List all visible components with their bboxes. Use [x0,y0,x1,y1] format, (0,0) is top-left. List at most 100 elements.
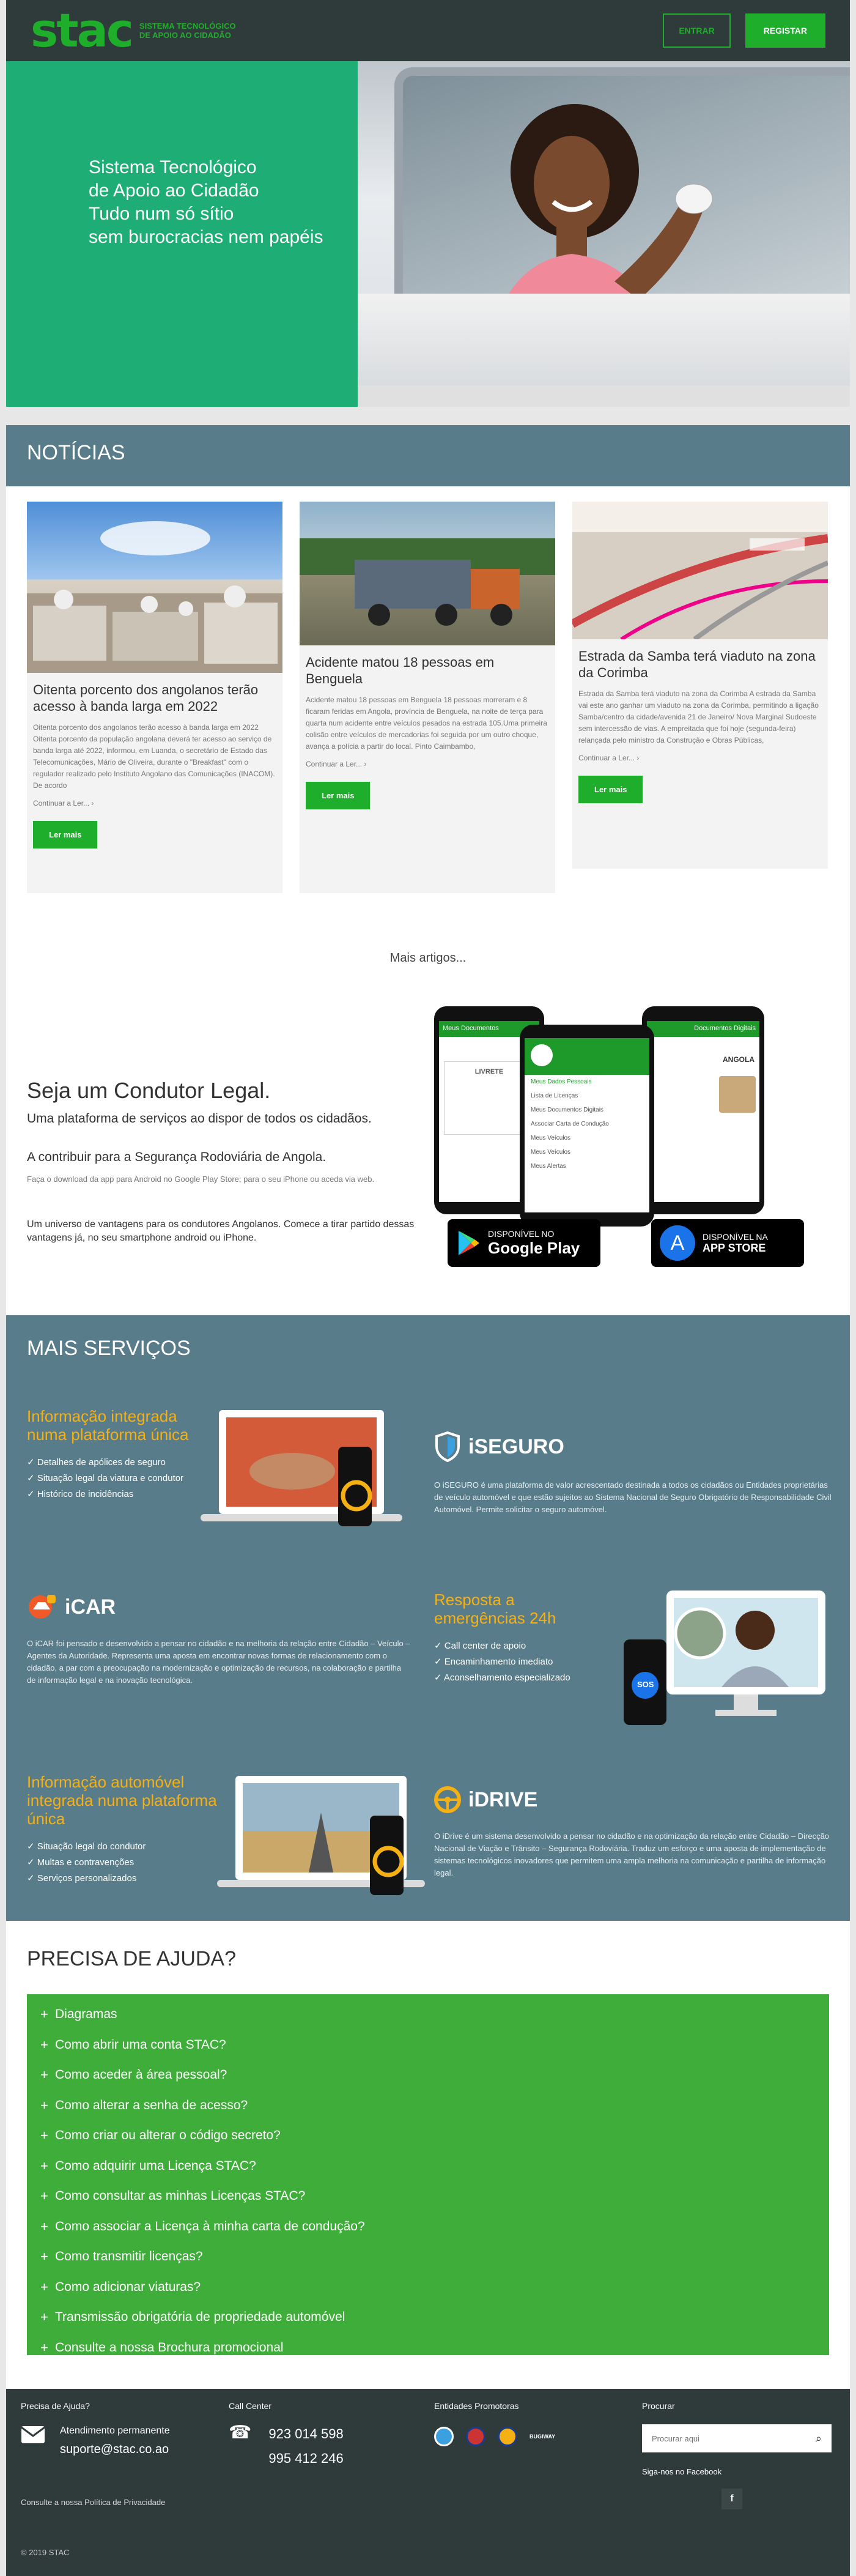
feature-item: ✓ Encaminhamento imediato [434,1657,553,1667]
faq-item[interactable]: Como transmitir licenças? [27,2241,829,2272]
google-play-icon [459,1231,479,1255]
footer-callcenter-title: Call Center [229,2401,272,2411]
idrive-promo-title: Informação automóvel integrada numa plat… [27,1773,217,1828]
faq-item[interactable]: Diagramas [27,1999,829,2030]
more-articles-link[interactable]: Mais artigos... [6,951,850,965]
icar-promo-title: Resposta a emergências 24h [434,1591,556,1627]
iseguro-description: O iSEGURO é uma plataforma de valor acre… [434,1480,832,1514]
services-section: MAIS SERVIÇOS Informação integrada numa … [6,1315,850,1921]
iseguro-feature-list: ✓ Detalhes de apólices de seguro ✓ Situa… [27,1455,198,1502]
partner-logo-bugiway[interactable]: BUGIWAY [529,2433,555,2440]
news-title[interactable]: Oitenta porcento dos angolanos terão ace… [33,681,276,715]
news-title[interactable]: Estrada da Samba terá viaduto na zona da… [578,648,822,681]
idrive-brand[interactable]: iDRIVE [434,1786,832,1813]
support-email-link[interactable]: suporte@stac.co.ao [60,2443,170,2457]
icar-info: iCAR O iCAR foi pensado e desenvolvido a… [27,1594,412,1687]
idrive-description: O iDrive é um sistema desenvolvido a pen… [434,1832,830,1877]
phone-center: Meus Dados Pessoais Lista de Licenças Me… [520,1025,654,1227]
faq-item[interactable]: Como alterar a senha de acesso? [27,2090,829,2121]
feature-label: Situação legal da viatura e condutor [37,1473,184,1483]
footer-search-box[interactable]: ⌕ [642,2424,832,2452]
read-more-button[interactable]: Ler mais [33,821,98,848]
partner-logo-1[interactable] [434,2427,454,2446]
news-image-rooftops [27,502,282,673]
faq-item[interactable]: Como adquirir uma Licença STAC? [27,2151,829,2181]
icar-brand[interactable]: iCAR [27,1594,412,1620]
phones-mockup: Meus Documentos LIVRETE Documentos Digit… [434,1006,789,1227]
faq-item[interactable]: Como criar ou alterar o código secreto? [27,2120,829,2151]
continue-reading-link[interactable]: Continuar a Ler... › [578,754,822,762]
feature-label: Serviços personalizados [37,1873,137,1884]
continue-reading-link[interactable]: Continuar a Ler... › [33,799,276,807]
partner-logo-2[interactable] [466,2427,485,2446]
phone-menu-item: Lista de Licenças [531,1093,578,1099]
faq-item[interactable]: Como adicionar viaturas? [27,2272,829,2303]
logo[interactable]: stac Sistema Tecnológico de Apoio ao Cid… [31,7,243,54]
faq-item[interactable]: Como associar a Licença à minha carta de… [27,2211,829,2242]
faq-item[interactable]: Transmissão obrigatória de propriedade a… [27,2302,829,2333]
car-door-image [358,294,850,385]
idrive-laptop-image [217,1770,425,1904]
continue-reading-label: Continuar a Ler... [578,754,635,762]
envelope-icon [21,2426,45,2443]
icar-callcenter-image: SOS [624,1584,832,1731]
iseguro-promo: Informação integrada numa plataforma úni… [27,1407,198,1502]
phone-number-1[interactable]: 923 014 598 [268,2422,343,2446]
phone-menu-item: Meus Dados Pessoais [531,1078,592,1085]
continue-reading-link[interactable]: Continuar a Ler... › [306,760,549,768]
hero-line-2: de Apoio ao Cidadão [89,180,259,201]
truck-illustration [300,538,555,626]
icar-feature-list: ✓ Call center de apoio ✓ Encaminhamento … [434,1638,605,1686]
icar-brand-label: iCAR [65,1595,116,1619]
app-promo-subtitle: Uma plataforma de serviços ao dispor de … [27,1112,372,1126]
search-icon[interactable]: ⌕ [816,2432,822,2445]
idrive-brand-label: iDRIVE [468,1787,538,1811]
app-store-badge[interactable]: A DISPONÍVEL NA APP STORE [651,1219,804,1267]
faq-item[interactable]: Consulte a nossa Brochura promocional [27,2333,829,2363]
app-store-top: DISPONÍVEL NA [703,1231,768,1242]
news-cards: Oitenta porcento dos angolanos terão ace… [27,502,828,893]
download-instructions: Faça o download da app para Android no G… [27,1175,375,1184]
phone-icon: ☎ [229,2422,252,2443]
faq-item[interactable]: Como aceder à área pessoal? [27,2060,829,2090]
phone-menu-item: Meus Veículos [531,1135,571,1141]
footer-help-label: Atendimento permanente [60,2426,170,2436]
partner-logo-3[interactable] [498,2427,517,2446]
footer-help-column: Precisa de Ajuda? Atendimento permanente… [21,2401,170,2457]
app-store-icon: A [660,1225,695,1261]
iseguro-brand-label: iSEGURO [468,1435,564,1458]
read-more-button[interactable]: Ler mais [578,776,643,803]
login-button[interactable]: ENTRAR [663,13,731,48]
iseguro-info: iSEGURO O iSEGURO é uma plataforma de va… [434,1431,832,1516]
feature-label: Detalhes de apólices de seguro [37,1457,166,1468]
register-button[interactable]: REGISTAR [745,13,825,48]
car-wrench-icon [29,1595,56,1619]
iseguro-brand[interactable]: iSEGURO [434,1431,832,1462]
feature-item: ✓ Histórico de incidências [27,1489,134,1499]
footer-search-input[interactable] [652,2433,799,2443]
site-footer: Precisa de Ajuda? Atendimento permanente… [6,2389,850,2576]
app-promo-subtitle-2: A contribuir para a Segurança Rodoviária… [27,1150,327,1164]
hero-line-4: sem burocracias nem papéis [89,227,323,247]
logo-subtitle: Sistema Tecnológico de Apoio ao Cidadão [139,21,236,40]
header-actions: ENTRAR REGISTAR [663,13,825,48]
chevron-right-icon: › [91,799,94,807]
angola-license-label: ANGOLA [723,1055,755,1064]
license-photo [719,1076,756,1113]
phone-number-2[interactable]: 995 412 246 [268,2446,343,2471]
feature-item: ✓ Aconselhamento especializado [434,1672,570,1683]
phone-menu-item: Meus Documentos Digitais [531,1107,603,1113]
news-section: NOTÍCIAS Oitenta porcento dos angolanos … [6,425,850,976]
feature-label: Aconselhamento especializado [443,1672,570,1683]
privacy-policy-link[interactable]: Consulte a nossa Política de Privacidade [21,2498,165,2507]
google-play-badge[interactable]: DISPONÍVEL NO Google Play [448,1219,600,1267]
chevron-right-icon: › [364,760,367,768]
feature-item: ✓ Detalhes de apólices de seguro [27,1457,166,1468]
facebook-icon[interactable]: f [721,2489,742,2509]
read-more-button[interactable]: Ler mais [306,782,371,809]
faq-item[interactable]: Como consultar as minhas Licenças STAC? [27,2181,829,2211]
footer-search-title: Procurar [642,2401,675,2411]
footer-phone-list: 923 014 598 995 412 246 [268,2422,343,2471]
news-title[interactable]: Acidente matou 18 pessoas em Benguela [306,654,549,687]
faq-item[interactable]: Como abrir uma conta STAC? [27,2030,829,2060]
